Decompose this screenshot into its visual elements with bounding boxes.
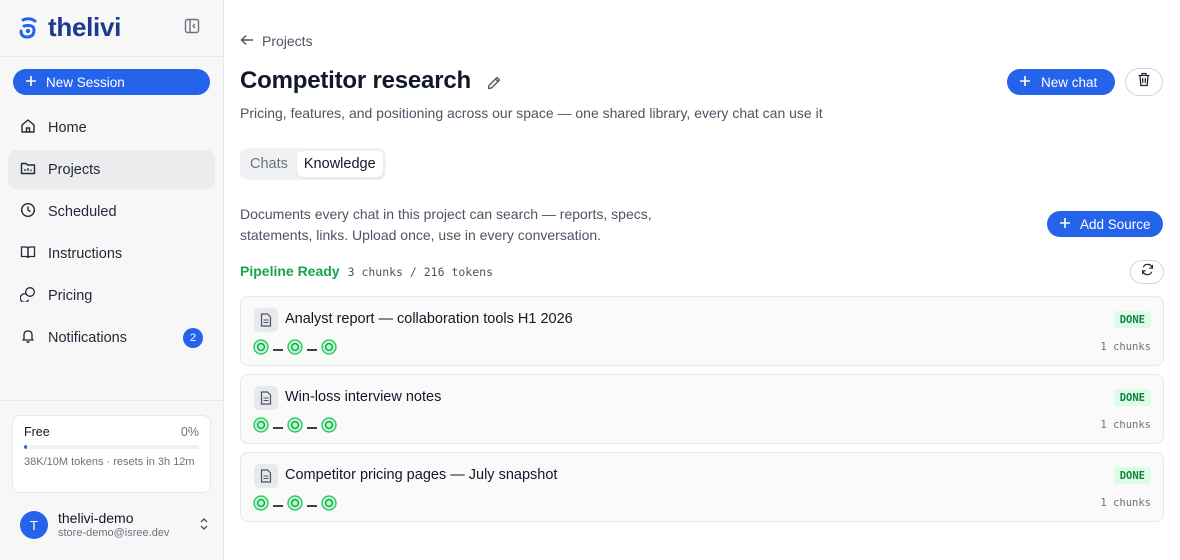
- refresh-button[interactable]: [1130, 260, 1164, 284]
- status-badge: DONE: [1113, 311, 1151, 328]
- new-session-button[interactable]: New Session: [13, 69, 210, 95]
- page-subtitle: Pricing, features, and positioning acros…: [240, 105, 823, 121]
- step-connector: [273, 348, 283, 351]
- document-icon: [254, 386, 278, 410]
- home-icon: [20, 118, 36, 138]
- check-circle-icon: [321, 339, 337, 360]
- user-name: thelivi-demo: [58, 510, 134, 526]
- sidebar-item-label: Scheduled: [48, 203, 117, 220]
- check-circle-icon: [321, 417, 337, 438]
- sidebar-item-pricing[interactable]: Pricing: [8, 276, 215, 315]
- pipeline-steps: [253, 417, 337, 438]
- step-connector: [307, 426, 317, 429]
- delete-project-button[interactable]: [1125, 68, 1163, 96]
- plan-usage-card[interactable]: Free 0% 38K/10M tokens · resets in 3h 12…: [12, 415, 211, 493]
- pipeline-meta: 3 chunks / 216 tokens: [347, 265, 493, 279]
- tab-chats[interactable]: Chats: [243, 151, 295, 177]
- add-source-label: Add Source: [1080, 216, 1151, 232]
- plan-percent: 0%: [180, 425, 199, 439]
- step-connector: [273, 426, 283, 429]
- document-icon: [254, 308, 278, 332]
- status-badge: DONE: [1113, 389, 1151, 406]
- notifications-badge: 2: [183, 328, 203, 348]
- page-title: Competitor research: [240, 67, 471, 94]
- chunk-count: 1 chunks: [1100, 341, 1151, 353]
- pencil-icon[interactable]: [486, 75, 502, 96]
- sidebar-item-label: Home: [48, 119, 87, 136]
- main-content: Projects Competitor research New chat Pr…: [224, 0, 1180, 560]
- brand-name: thelivi: [48, 12, 122, 42]
- new-session-label: New Session: [46, 74, 125, 90]
- book-icon: [20, 244, 36, 264]
- sidebar-item-label: Notifications: [48, 329, 127, 346]
- usage-progress-bar: [24, 445, 199, 449]
- plan-name: Free: [24, 425, 50, 439]
- pipeline-status: Pipeline Ready 3 chunks / 216 tokens: [240, 263, 493, 279]
- check-circle-icon: [253, 417, 269, 438]
- folder-icon: [20, 160, 36, 180]
- bell-icon: [20, 328, 36, 348]
- sidebar-item-scheduled[interactable]: Scheduled: [8, 192, 215, 231]
- back-to-projects-link[interactable]: Projects: [240, 33, 313, 49]
- chunk-count: 1 chunks: [1100, 419, 1151, 431]
- tab-knowledge[interactable]: Knowledge: [296, 151, 383, 177]
- check-circle-icon: [287, 417, 303, 438]
- document-name: Analyst report — collaboration tools H1 …: [285, 311, 573, 327]
- knowledge-description: Documents every chat in this project can…: [240, 206, 652, 243]
- chevron-up-down-icon[interactable]: [198, 517, 210, 536]
- pipeline-steps: [253, 495, 337, 516]
- check-circle-icon: [287, 495, 303, 516]
- list-item[interactable]: Competitor pricing pages — July snapshot…: [240, 452, 1164, 522]
- document-icon: [254, 464, 278, 488]
- sidebar-item-label: Pricing: [48, 287, 93, 304]
- arrow-left-icon: [240, 33, 254, 49]
- sidebar-item-home[interactable]: Home: [8, 108, 215, 147]
- check-circle-icon: [253, 339, 269, 360]
- usage-progress-fill: [24, 445, 28, 449]
- status-badge: DONE: [1113, 467, 1151, 484]
- chunk-count: 1 chunks: [1100, 497, 1151, 509]
- document-name: Competitor pricing pages — July snapshot: [285, 467, 558, 483]
- check-circle-icon: [287, 339, 303, 360]
- plus-icon: [1019, 75, 1031, 90]
- user-menu[interactable]: T thelivi-demo store-demo@isree.dev: [20, 510, 210, 540]
- list-item[interactable]: Analyst report — collaboration tools H1 …: [240, 296, 1164, 366]
- list-item[interactable]: Win-loss interview notes DONE 1 chunks: [240, 374, 1164, 444]
- back-label: Projects: [262, 33, 313, 49]
- new-chat-button[interactable]: New chat: [1007, 69, 1115, 95]
- refresh-icon: [1141, 263, 1154, 281]
- clock-icon: [20, 202, 36, 222]
- sidebar-item-projects[interactable]: Projects: [8, 150, 215, 189]
- avatar: T: [20, 511, 48, 539]
- sidebar-item-label: Instructions: [48, 245, 123, 262]
- thelivi-logo-icon: [19, 16, 37, 39]
- pipeline-steps: [253, 339, 337, 360]
- brand-logo[interactable]: thelivi: [18, 12, 121, 43]
- sidebar-divider: [0, 56, 223, 57]
- check-circle-icon: [253, 495, 269, 516]
- step-connector: [273, 504, 283, 507]
- sidebar-divider: [0, 400, 223, 401]
- collapse-sidebar-icon[interactable]: [184, 18, 202, 36]
- plus-icon: [25, 75, 37, 90]
- pipeline-status-label: Pipeline Ready: [240, 263, 340, 279]
- step-connector: [307, 348, 317, 351]
- check-circle-icon: [321, 495, 337, 516]
- sidebar: thelivi New Session Home Projects Schedu…: [0, 0, 224, 560]
- add-source-button[interactable]: Add Source: [1047, 211, 1163, 237]
- user-email: store-demo@isree.dev: [58, 527, 170, 539]
- coins-icon: [19, 286, 36, 306]
- usage-text: 38K/10M tokens · resets in 3h 12m: [24, 456, 195, 468]
- sidebar-item-label: Projects: [48, 161, 101, 178]
- step-connector: [307, 504, 317, 507]
- document-name: Win-loss interview notes: [285, 389, 442, 405]
- plus-icon: [1059, 217, 1071, 232]
- project-tabs: Chats Knowledge: [240, 148, 386, 180]
- sidebar-item-instructions[interactable]: Instructions: [8, 234, 215, 273]
- new-chat-label: New chat: [1041, 74, 1098, 90]
- trash-icon: [1137, 72, 1151, 92]
- sidebar-item-notifications[interactable]: Notifications 2: [8, 318, 215, 357]
